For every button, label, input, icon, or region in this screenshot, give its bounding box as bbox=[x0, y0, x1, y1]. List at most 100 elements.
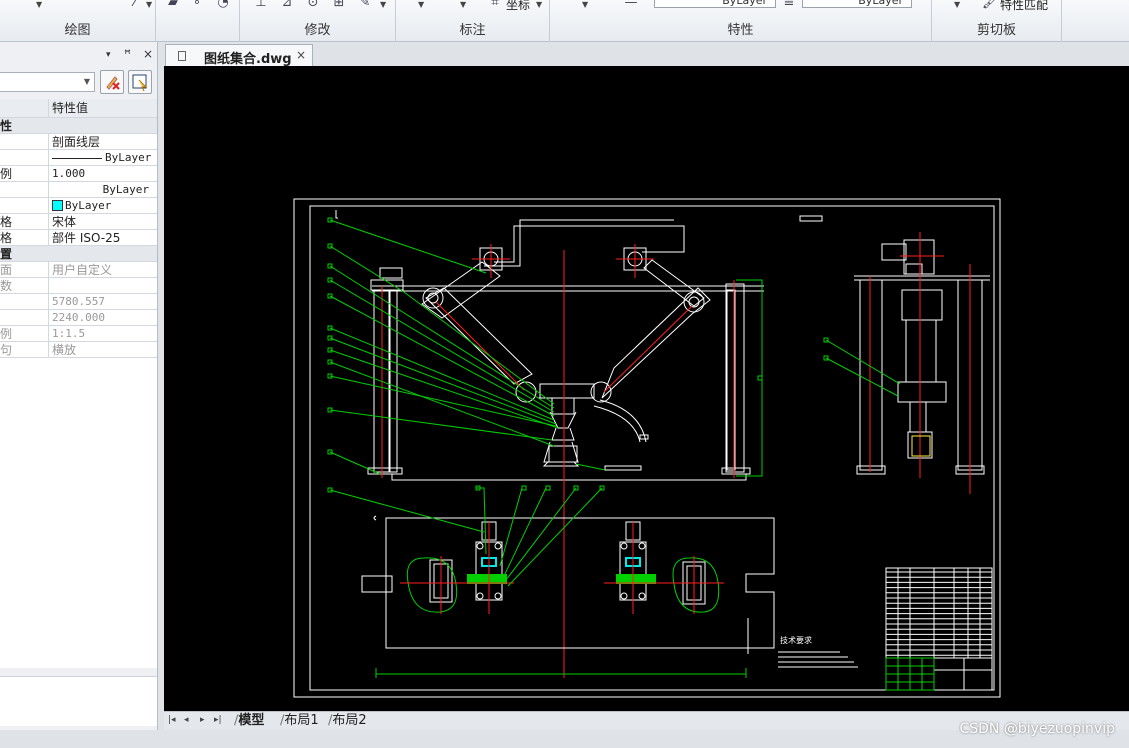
property-row[interactable]: 2240.000 bbox=[0, 310, 157, 326]
side-centerlines bbox=[869, 232, 971, 494]
property-name bbox=[0, 294, 49, 310]
property-row[interactable]: 例 1:1.5 bbox=[0, 326, 157, 342]
file-icon bbox=[178, 51, 186, 61]
group-label-modify: 修改 bbox=[304, 23, 331, 38]
header-value: 特性值 bbox=[52, 101, 89, 115]
property-row[interactable]: 句横放 bbox=[0, 342, 157, 358]
stamp-box bbox=[799, 215, 823, 222]
property-value-text: ByLayer bbox=[105, 151, 152, 164]
panel-header: ▾ ꟸ × bbox=[0, 42, 158, 66]
line-icon[interactable]: ⁄ bbox=[128, 0, 142, 10]
top-view-green bbox=[375, 557, 747, 678]
last-layout-button[interactable]: ▸| bbox=[214, 715, 222, 725]
tab-layout1[interactable]: ∕布局1 bbox=[280, 713, 319, 730]
property-row[interactable]: ByLayer bbox=[0, 150, 157, 166]
point-icon[interactable]: ⊙ bbox=[306, 0, 320, 10]
tab-model-label: 模型 bbox=[238, 713, 265, 728]
panel-blank-area bbox=[0, 358, 157, 668]
dropdown-arrow-icon[interactable]: ▼ bbox=[954, 0, 960, 9]
array-icon[interactable]: ⊞ bbox=[332, 0, 346, 10]
selection-combo[interactable]: ▼ bbox=[0, 72, 95, 92]
edit-icon[interactable]: ✎ bbox=[358, 0, 372, 10]
linetype-icon[interactable]: — bbox=[624, 0, 638, 10]
tab-close-icon[interactable]: × bbox=[296, 48, 306, 62]
document-tab-title: 图纸集合.dwg bbox=[204, 52, 292, 67]
dropdown-arrow-icon[interactable]: ▼ bbox=[460, 0, 466, 9]
group-label-draw: 绘图 bbox=[64, 23, 91, 38]
quick-select-button[interactable] bbox=[128, 70, 152, 94]
drawing-canvas[interactable]: 技术要求 bbox=[164, 66, 1129, 711]
property-name: 面 bbox=[0, 262, 49, 278]
side-yellow-detail bbox=[911, 435, 931, 457]
lineweight-icon[interactable]: ≡ bbox=[782, 0, 796, 10]
property-name bbox=[0, 198, 49, 214]
region-icon[interactable]: ◔ bbox=[216, 0, 230, 10]
property-name: 格 bbox=[0, 230, 49, 246]
property-row[interactable]: 5780.557 bbox=[0, 294, 157, 310]
property-value: 1.000 bbox=[52, 167, 86, 180]
title-block-green bbox=[885, 657, 935, 691]
coordinate-button[interactable]: 坐标 bbox=[506, 0, 530, 13]
property-row[interactable]: ByLayer bbox=[0, 198, 157, 214]
pin-icon[interactable]: ꟸ bbox=[124, 47, 131, 61]
property-name bbox=[0, 134, 49, 150]
dropdown-arrow-icon[interactable]: ▼ bbox=[582, 0, 588, 9]
align-icon[interactable]: ⊥ bbox=[254, 0, 268, 10]
property-row[interactable]: 面用户自定义 bbox=[0, 262, 157, 278]
circles-icon[interactable]: ∘ bbox=[190, 0, 204, 10]
stretch-icon[interactable]: ⊿ bbox=[280, 0, 294, 10]
front-dimensions bbox=[736, 279, 763, 477]
leader-lines bbox=[329, 219, 901, 587]
ribbon-group-modify: ⊥ ⊿ ⊙ ⊞ ✎ ▼ 修改 bbox=[240, 0, 396, 42]
panel-menu-icon[interactable]: ▾ bbox=[106, 50, 111, 60]
property-value: 部件 ISO-25 bbox=[52, 231, 121, 245]
property-value: ByLayer bbox=[102, 183, 149, 196]
property-value: 剖面线层 bbox=[52, 135, 101, 149]
close-icon[interactable]: × bbox=[143, 47, 153, 61]
tech-requirements-block: 技术要求 bbox=[778, 635, 858, 668]
leader-tags bbox=[327, 217, 829, 493]
hatch-icon[interactable]: ▰ bbox=[166, 0, 180, 10]
property-row[interactable]: 数 bbox=[0, 278, 157, 294]
top-view bbox=[361, 515, 775, 654]
first-layout-button[interactable]: |◂ bbox=[168, 715, 176, 725]
property-value bbox=[52, 278, 157, 294]
linetype-combo[interactable]: ByLayer bbox=[654, 0, 776, 8]
group-label-properties: 特性 bbox=[727, 23, 754, 38]
prev-layout-button[interactable]: ◂ bbox=[184, 715, 189, 725]
property-name: 性 bbox=[0, 119, 13, 133]
property-row[interactable]: 例 1.000 bbox=[0, 166, 157, 182]
property-row[interactable]: 格宋体 bbox=[0, 214, 157, 230]
property-name: 数 bbox=[0, 278, 49, 294]
dropdown-arrow-icon[interactable]: ▼ bbox=[36, 0, 42, 9]
property-category-row: 置 bbox=[0, 246, 157, 262]
lineweight-combo[interactable]: ByLayer bbox=[802, 0, 912, 8]
header-name bbox=[0, 99, 49, 118]
property-value: 5780.557 bbox=[52, 295, 105, 308]
coordinate-icon[interactable]: ⌗ bbox=[488, 0, 502, 10]
property-row[interactable]: 格部件 ISO-25 bbox=[0, 230, 157, 246]
ribbon: ▼ ⁄ ▼ 绘图 ▰ ∘ ◔ ⊥ ⊿ ⊙ ⊞ ✎ ▼ 修改 ▼ ▼ ⌗ 坐标 ▼… bbox=[0, 0, 1129, 42]
document-tab-bar: 图纸集合.dwg × bbox=[159, 42, 1129, 67]
property-value-color: ByLayer bbox=[52, 198, 157, 214]
match-properties-icon[interactable]: 🖌 bbox=[982, 0, 999, 10]
property-name bbox=[0, 310, 49, 326]
property-row[interactable]: ByLayer bbox=[0, 182, 157, 198]
dropdown-arrow-icon[interactable]: ▼ bbox=[146, 0, 152, 9]
property-category-row: 性 bbox=[0, 118, 157, 134]
tech-requirements-title: 技术要求 bbox=[780, 635, 812, 645]
property-value-text: ByLayer bbox=[65, 199, 112, 212]
property-row[interactable]: 剖面线层 bbox=[0, 134, 157, 150]
tab-layout1-label: 布局1 bbox=[284, 713, 319, 728]
document-tab[interactable]: 图纸集合.dwg × bbox=[165, 44, 313, 67]
toggle-pickadd-button[interactable] bbox=[100, 70, 124, 94]
property-value: 2240.000 bbox=[52, 311, 105, 324]
dropdown-arrow-icon[interactable]: ▼ bbox=[418, 0, 424, 9]
dropdown-arrow-icon[interactable]: ▼ bbox=[380, 0, 386, 9]
tab-layout2[interactable]: ∕布局2 bbox=[328, 713, 367, 730]
dropdown-arrow-icon[interactable]: ▼ bbox=[536, 0, 542, 9]
next-layout-button[interactable]: ▸ bbox=[200, 715, 205, 725]
tab-model[interactable]: ∕模型 bbox=[234, 713, 264, 730]
top-view-cyan bbox=[481, 557, 641, 567]
match-properties-button[interactable]: 特性匹配 bbox=[1000, 0, 1048, 13]
